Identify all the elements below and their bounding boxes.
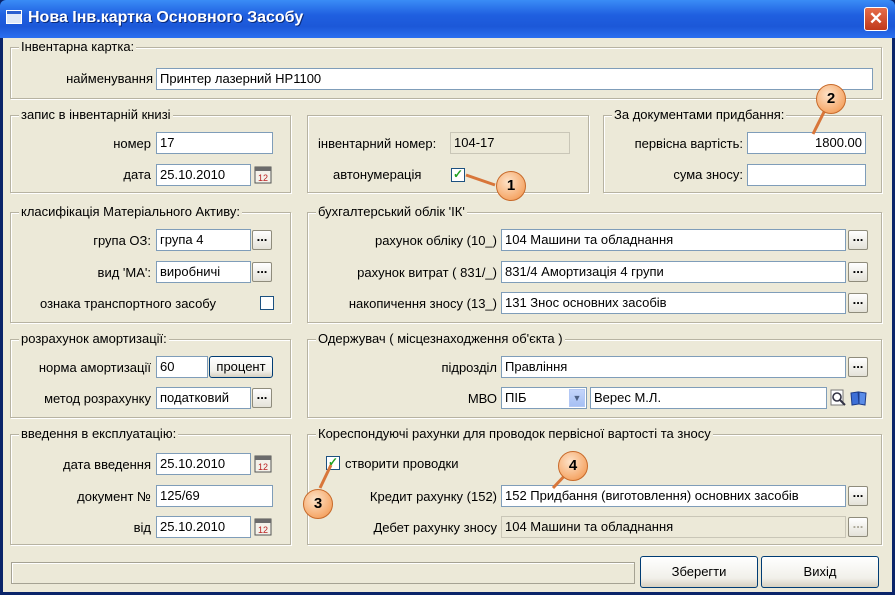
callout-3: 3 (303, 489, 333, 519)
callout-2: 2 (816, 84, 846, 114)
callout-leaders (318, 101, 831, 490)
window-icon (6, 10, 22, 24)
title-bar[interactable]: Нова Інв.картка Основного Засобу ✕ (0, 0, 895, 38)
dialog-client-area: Інвентарна картка: найменування Принтер … (3, 38, 892, 592)
window-title: Нова Інв.картка Основного Засобу (28, 9, 304, 26)
dialog-window: Нова Інв.картка Основного Засобу ✕ Інвен… (0, 0, 895, 595)
close-button[interactable]: ✕ (864, 7, 888, 31)
callout-4: 4 (558, 451, 588, 481)
callout-1: 1 (496, 171, 526, 201)
